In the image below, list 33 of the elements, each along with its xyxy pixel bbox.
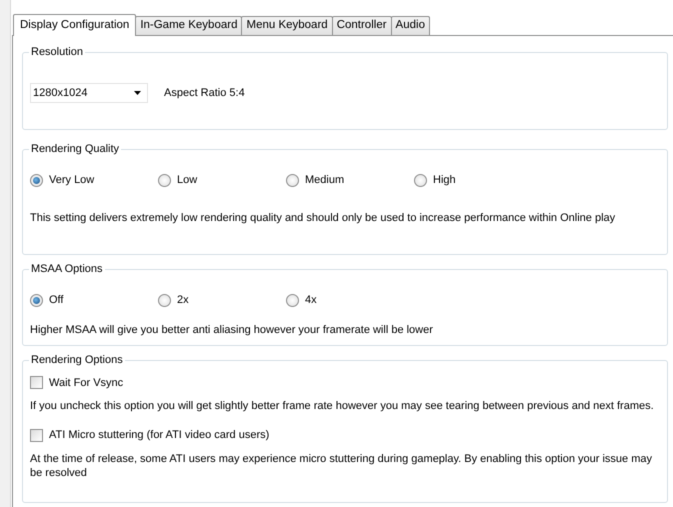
tab[interactable]: Controller bbox=[332, 16, 392, 35]
radio-label[interactable]: 4x bbox=[305, 292, 317, 308]
aspect-ratio-label: Aspect Ratio 5:4 bbox=[164, 86, 245, 101]
group-title: MSAA Options bbox=[29, 262, 105, 276]
radio-label[interactable]: Medium bbox=[305, 172, 344, 188]
description-text: This setting delivers extremely low rendering quality and should only be used to increase performance within Online play bbox=[30, 210, 616, 224]
description-text: At the time of release, some ATI users may experience micro stuttering during gameplay. By enabling this option your issue may be resolved bbox=[30, 452, 653, 480]
tab[interactable]: Display Configuration bbox=[13, 14, 136, 36]
radio-label[interactable]: Low bbox=[177, 172, 198, 188]
radio-label[interactable]: Off bbox=[49, 292, 64, 308]
tab[interactable]: In-Game Keyboard bbox=[135, 16, 242, 35]
resolution-dropdown[interactable]: 1280x1024 bbox=[30, 83, 148, 103]
checkbox-label[interactable]: Wait For Vsync bbox=[49, 374, 124, 391]
radio-button[interactable] bbox=[30, 174, 43, 187]
description-text: Higher MSAA will give you better anti aliasing however your framerate will be lower bbox=[30, 322, 434, 336]
tab[interactable]: Menu Keyboard bbox=[241, 16, 333, 35]
tab[interactable]: Audio bbox=[390, 16, 430, 35]
group-title: Rendering Options bbox=[29, 352, 125, 366]
caret-icon bbox=[134, 91, 141, 95]
radio-label[interactable]: High bbox=[433, 172, 456, 188]
radio-button[interactable] bbox=[158, 174, 171, 187]
radio-button[interactable] bbox=[286, 294, 299, 307]
group-title: Rendering Quality bbox=[29, 142, 122, 156]
radio-button[interactable] bbox=[30, 294, 43, 307]
description-text: If you uncheck this option you will get slightly better frame rate however you may see tearing between previous and next frames. bbox=[30, 399, 655, 413]
radio-button[interactable] bbox=[414, 174, 427, 187]
radio-button[interactable] bbox=[286, 174, 299, 187]
checkbox[interactable] bbox=[30, 376, 43, 390]
radio-label[interactable]: 2x bbox=[177, 292, 189, 308]
radio-label[interactable]: Very Low bbox=[49, 172, 94, 188]
radio-button[interactable] bbox=[158, 294, 171, 307]
checkbox[interactable] bbox=[30, 428, 43, 442]
checkbox-label[interactable]: ATI Micro stuttering (for ATI video card users) bbox=[49, 427, 270, 444]
